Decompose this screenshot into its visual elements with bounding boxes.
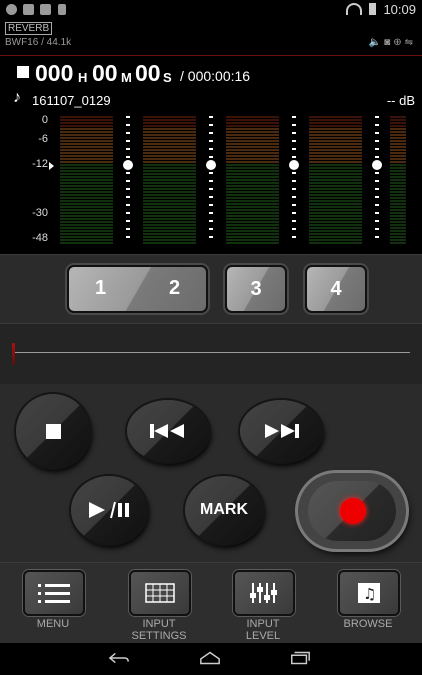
record-button[interactable]: [298, 473, 406, 549]
channel-select-bar: 1 2 3 4: [0, 254, 422, 323]
fader-track-ch1: [126, 116, 130, 244]
grid-icon: [145, 583, 175, 603]
header-status-icons: 🔈◙⊕⇋: [369, 37, 416, 48]
bag-icon: [40, 4, 51, 15]
input-level-icon-box[interactable]: [233, 570, 295, 616]
record-icon: [340, 498, 366, 524]
total-time: / 000:00:16: [180, 68, 251, 84]
rewind-button[interactable]: [127, 400, 209, 462]
skip-forward-icon: [265, 424, 299, 438]
meter-ch3: [226, 116, 279, 246]
seconds-unit: S: [163, 70, 172, 85]
status-bar: 10:09: [0, 0, 422, 20]
usb-icon: ⇋: [404, 37, 416, 48]
wifi-icon: [346, 3, 362, 15]
input-settings-label: INPUT SETTINGS: [131, 618, 187, 642]
minutes-unit: M: [121, 70, 132, 85]
battery-icon: [369, 3, 376, 15]
level-readout: -- dB: [386, 93, 415, 108]
meter-master: [390, 116, 406, 246]
channel-1-2-button[interactable]: 1 2: [67, 265, 208, 313]
faders-icon: [250, 583, 277, 603]
record-button-face[interactable]: [308, 481, 396, 541]
fader-knob-ch3[interactable]: [289, 160, 299, 170]
scale-label: -6: [38, 133, 48, 145]
play-pause-icon: [89, 501, 129, 519]
stop-button[interactable]: [16, 394, 90, 468]
browse-icon-box[interactable]: ♫: [338, 570, 400, 616]
recent-apps-icon[interactable]: [289, 651, 311, 665]
meter-ch4: [309, 116, 362, 246]
menu-icon-box[interactable]: [23, 570, 85, 616]
sd-card-icon: [58, 4, 66, 15]
scale-label: -12: [32, 158, 48, 170]
divider: [0, 55, 422, 56]
stop-icon: [45, 423, 61, 439]
clock: 10:09: [383, 2, 416, 17]
back-icon[interactable]: [108, 651, 130, 665]
file-name: 161107_0129: [32, 93, 111, 108]
transport-controls: MARK: [0, 384, 422, 562]
input-level-label: INPUT LEVEL: [245, 618, 281, 642]
position-track[interactable]: [12, 352, 410, 353]
reverb-indicator: REVERB: [5, 22, 53, 35]
meter-ch1: [60, 116, 113, 246]
scale-pointer-icon: [49, 162, 54, 170]
format-label: BWF16 / 44.1k: [5, 37, 72, 48]
notification-icon: [6, 4, 17, 15]
list-icon: [38, 584, 70, 603]
level-meters: 0 -6 -12 -30 -48: [0, 113, 422, 253]
fader-knob-ch4[interactable]: [372, 160, 382, 170]
hours-value: 000: [35, 60, 74, 86]
home-icon[interactable]: [199, 651, 221, 665]
info-header: REVERB BWF16 / 44.1k 🔈◙⊕⇋: [0, 20, 422, 56]
seconds-value: 00: [135, 60, 161, 86]
minutes-value: 00: [92, 60, 118, 86]
position-bar[interactable]: [0, 323, 422, 385]
input-settings-icon-box[interactable]: [129, 570, 191, 616]
channel-2-label: 2: [169, 277, 181, 299]
xlr-icon: ◙: [384, 37, 394, 48]
image-icon: [23, 4, 34, 15]
navigation-bar: [0, 643, 422, 675]
channel-1-label: 1: [95, 277, 107, 299]
fader-track-ch4: [375, 116, 379, 244]
meter-ch2: [143, 116, 196, 246]
scale-label: 0: [41, 114, 48, 126]
channel-3-button[interactable]: 3: [225, 265, 287, 313]
fader-knob-ch1[interactable]: [123, 160, 133, 170]
menu-label: MENU: [36, 618, 70, 630]
input-level-button[interactable]: INPUT LEVEL: [220, 567, 308, 643]
music-file-icon: ♫: [358, 583, 380, 603]
speaker-icon: 🔈: [368, 37, 385, 48]
music-note-icon: ♪: [13, 89, 21, 106]
browse-label: BROWSE: [343, 618, 393, 630]
scale-label: -48: [32, 232, 48, 244]
fader-track-ch3: [292, 116, 296, 244]
fader-knob-ch2[interactable]: [206, 160, 216, 170]
play-pause-button[interactable]: [71, 476, 147, 544]
stop-status-icon: [17, 66, 29, 78]
menu-button[interactable]: MENU: [10, 567, 98, 643]
channel-4-button[interactable]: 4: [305, 265, 367, 313]
svg-text:♫: ♫: [363, 585, 376, 603]
input-settings-button[interactable]: INPUT SETTINGS: [116, 567, 204, 643]
skip-back-icon: [150, 424, 184, 438]
hours-unit: H: [78, 70, 88, 85]
fader-track-ch2: [209, 116, 213, 244]
fast-forward-button[interactable]: [240, 400, 322, 462]
bottom-menu-bar: MENU INPUT SETTINGS INPUT LEVEL ♫ BROWSE: [0, 562, 422, 643]
phantom-power-icon: ⊕: [393, 37, 405, 48]
browse-button[interactable]: ♫ BROWSE: [325, 567, 413, 643]
mark-button[interactable]: MARK: [185, 476, 263, 544]
scale-label: -30: [32, 207, 48, 219]
time-display: 000 H 00 M 00 S / 000:00:16 ♪ 161107_012…: [0, 58, 422, 113]
position-handle[interactable]: [12, 343, 15, 365]
